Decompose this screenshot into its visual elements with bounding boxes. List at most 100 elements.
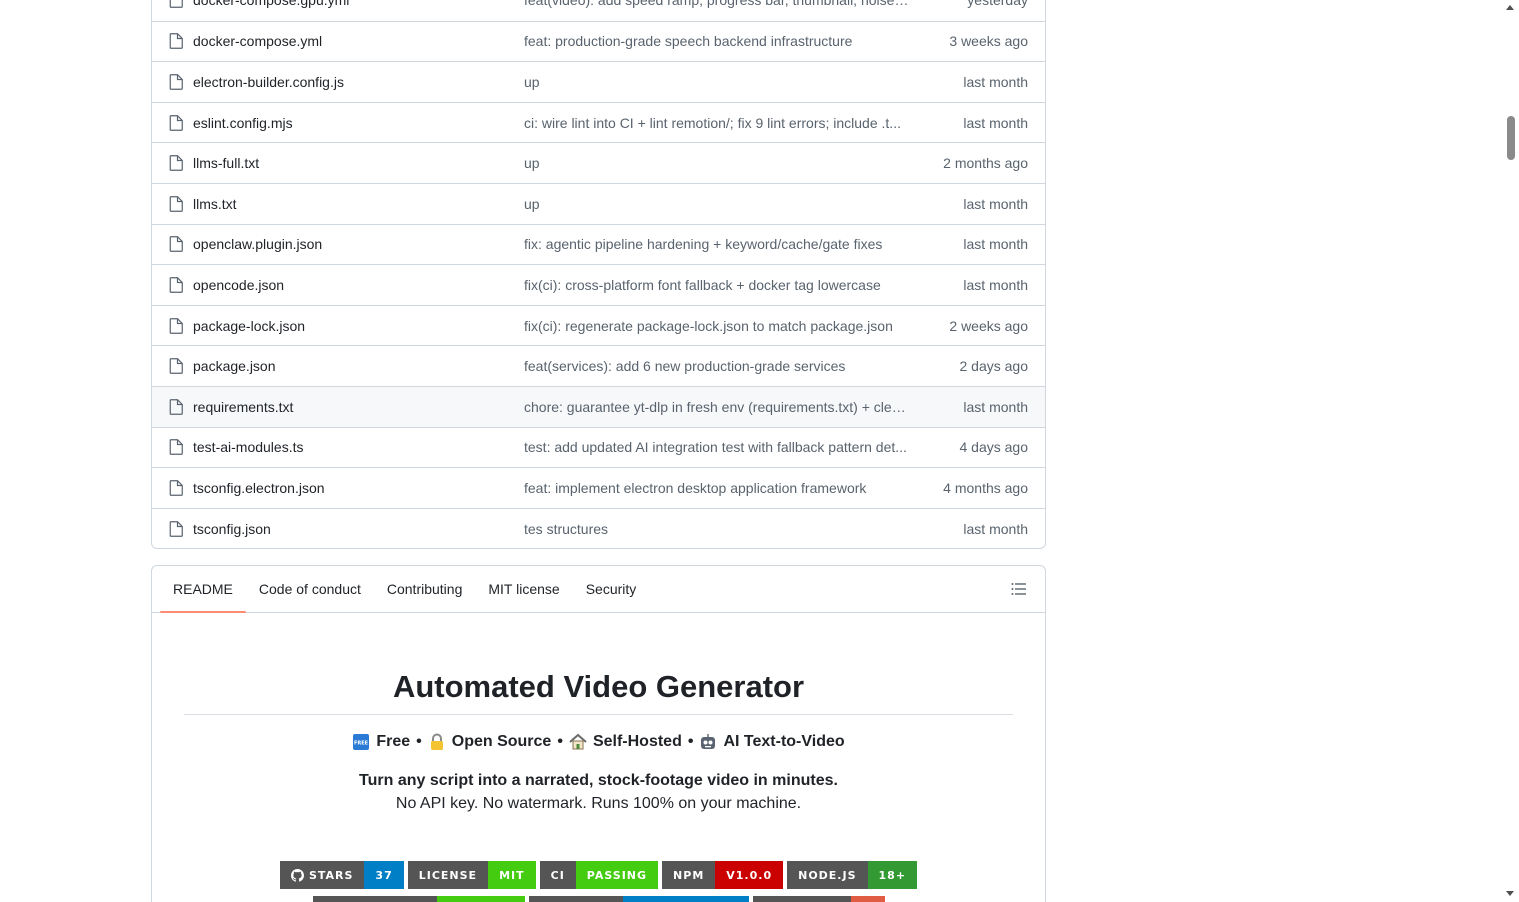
badge-label-text: LICENSE bbox=[418, 868, 478, 882]
badge-label: LICENSE bbox=[407, 861, 489, 889]
file-row[interactable]: docker-compose.yml feat: production-grade… bbox=[152, 20, 1045, 62]
file-icon bbox=[169, 358, 183, 374]
commit-date: last month bbox=[963, 73, 1028, 90]
file-row[interactable]: tsconfig.electron.json feat: implement el… bbox=[152, 467, 1045, 508]
commit-message-link[interactable]: up bbox=[524, 155, 910, 171]
readme-subline: No API key. No watermark. Runs 100% on y… bbox=[395, 795, 802, 812]
badge-node-js[interactable]: NODE.JS 18+ bbox=[787, 861, 918, 889]
tab-code-of-conduct[interactable]: Code of conduct bbox=[246, 566, 374, 612]
commit-date: 2 weeks ago bbox=[949, 317, 1028, 334]
file-row[interactable]: docker-compose.gpu.yml feat(video): add s… bbox=[152, 0, 1045, 21]
commit-message-link[interactable]: feat(video): add speed ramp, progress ba… bbox=[524, 0, 910, 8]
badge-ci[interactable]: CI PASSING bbox=[539, 861, 659, 889]
file-name-link[interactable]: llms.txt bbox=[193, 196, 524, 212]
file-name-link[interactable]: package-lock.json bbox=[193, 318, 524, 334]
commit-date: last month bbox=[963, 195, 1028, 212]
feature-list: FREE Free • Open Source • Self-Hosted • … bbox=[152, 733, 1045, 751]
commit-date: last month bbox=[963, 236, 1028, 253]
commit-message-link[interactable]: feat(services): add 6 new production-gra… bbox=[524, 358, 910, 374]
file-icon bbox=[169, 155, 183, 172]
feature-ai-text-to-video: AI Text-to-Video bbox=[699, 733, 845, 751]
badge-label-text: CI bbox=[550, 868, 565, 882]
commit-message-link[interactable]: fix: agentic pipeline hardening + keywor… bbox=[524, 236, 910, 252]
file-row[interactable]: package-lock.json fix(ci): regenerate pac… bbox=[152, 304, 1045, 346]
file-icon bbox=[169, 398, 183, 415]
file-icon bbox=[169, 195, 183, 212]
file-name-link[interactable]: tsconfig.json bbox=[193, 521, 524, 537]
scroll-up-arrow-icon[interactable] bbox=[1506, 5, 1514, 10]
file-name-link[interactable]: requirements.txt bbox=[193, 399, 524, 415]
badge[interactable] bbox=[312, 896, 525, 902]
scroll-down-arrow-icon[interactable] bbox=[1506, 891, 1514, 896]
outline-list-icon[interactable] bbox=[1009, 580, 1029, 598]
file-name-link[interactable]: opencode.json bbox=[193, 277, 524, 293]
commit-date: 2 months ago bbox=[943, 155, 1028, 172]
file-name-link[interactable]: package.json bbox=[193, 358, 524, 374]
page: docker-compose.gpu.yml feat(video): add s… bbox=[0, 0, 1519, 902]
commit-message-link[interactable]: fix(ci): cross-platform font fallback + … bbox=[524, 277, 910, 293]
badge[interactable] bbox=[752, 896, 885, 902]
commit-message-link[interactable]: fix(ci): regenerate package-lock.json to… bbox=[524, 318, 910, 334]
file-icon bbox=[169, 317, 183, 334]
file-row[interactable]: llms-full.txt up 2 months ago bbox=[152, 142, 1045, 183]
commit-message-link[interactable]: feat: implement electron desktop applica… bbox=[524, 480, 910, 496]
file-row[interactable]: eslint.config.mjs ci: wire lint into CI +… bbox=[152, 101, 1045, 143]
file-icon bbox=[169, 236, 183, 253]
badge-label-text: NPM bbox=[673, 868, 705, 882]
separator: • bbox=[557, 733, 563, 750]
badge-label: CI bbox=[539, 861, 576, 889]
page-scrollbar[interactable] bbox=[1502, 0, 1519, 902]
badge-row: STARS 37 LICENSE MIT CI PASSING NPM V1.0.0 NODE.… bbox=[152, 861, 1045, 889]
tab-readme[interactable]: README bbox=[160, 566, 246, 613]
commit-message-link[interactable]: up bbox=[524, 196, 910, 212]
file-row[interactable]: openclaw.plugin.json fix: agentic pipelin… bbox=[152, 223, 1045, 265]
file-icon bbox=[169, 277, 183, 293]
house-icon bbox=[569, 733, 587, 750]
file-icon bbox=[169, 520, 183, 537]
file-row[interactable]: requirements.txt chore: guarantee yt-dlp … bbox=[152, 385, 1045, 427]
file-name-link[interactable]: electron-builder.config.js bbox=[193, 74, 524, 90]
commit-date: last month bbox=[963, 398, 1028, 415]
commit-date: last month bbox=[963, 520, 1028, 537]
commit-date: 4 months ago bbox=[943, 479, 1028, 496]
file-row[interactable]: llms.txt up last month bbox=[152, 182, 1045, 224]
file-row[interactable]: tsconfig.json tes structures last month bbox=[152, 507, 1045, 549]
commit-message-link[interactable]: tes structures bbox=[524, 521, 910, 537]
commit-message-link[interactable]: test: add updated AI integration test wi… bbox=[524, 439, 910, 455]
readme-tabs: README Code of conduct Contributing MIT lic… bbox=[152, 566, 1045, 613]
tab-mit-license[interactable]: MIT license bbox=[475, 566, 572, 612]
feature-label: Open Source bbox=[451, 733, 552, 750]
file-name-link[interactable]: openclaw.plugin.json bbox=[193, 236, 524, 252]
badge-stars[interactable]: STARS 37 bbox=[279, 861, 404, 889]
readme-panel: README Code of conduct Contributing MIT lic… bbox=[151, 565, 1046, 902]
file-name-link[interactable]: test-ai-modules.ts bbox=[193, 439, 524, 455]
file-row[interactable]: package.json feat(services): add 6 new pr… bbox=[152, 345, 1045, 386]
commit-date: 2 days ago bbox=[959, 358, 1029, 375]
badge-label: STARS bbox=[279, 861, 365, 889]
commit-message-link[interactable]: chore: guarantee yt-dlp in fresh env (re… bbox=[524, 399, 910, 415]
commit-message-link[interactable]: up bbox=[524, 74, 910, 90]
feature-label: Self-Hosted bbox=[592, 733, 682, 750]
tab-contributing[interactable]: Contributing bbox=[374, 566, 476, 612]
scroll-thumb[interactable] bbox=[1507, 116, 1515, 160]
badge-npm[interactable]: NPM V1.0.0 bbox=[662, 861, 784, 889]
file-row[interactable]: electron-builder.config.js up last month bbox=[152, 61, 1045, 102]
commit-message-link[interactable]: ci: wire lint into CI + lint remotion/; … bbox=[524, 115, 910, 131]
file-name-link[interactable]: docker-compose.gpu.yml bbox=[193, 0, 524, 8]
badge-license[interactable]: LICENSE MIT bbox=[407, 861, 536, 889]
file-name-link[interactable]: docker-compose.yml bbox=[193, 33, 524, 49]
file-name-link[interactable]: tsconfig.electron.json bbox=[193, 480, 524, 496]
commit-message-link[interactable]: feat: production-grade speech backend in… bbox=[524, 33, 910, 49]
commit-date: last month bbox=[963, 114, 1028, 131]
separator: • bbox=[687, 733, 694, 750]
file-row[interactable]: test-ai-modules.ts test: add updated AI i… bbox=[152, 426, 1045, 468]
badge-label-text: STARS bbox=[308, 868, 354, 882]
tab-security[interactable]: Security bbox=[573, 566, 650, 612]
badge-value: PASSING bbox=[575, 861, 659, 889]
readme-tagline: Turn any script into a narrated, stock-f… bbox=[359, 772, 838, 789]
file-row[interactable]: opencode.json fix(ci): cross-platform fon… bbox=[152, 264, 1045, 305]
badge[interactable] bbox=[528, 896, 749, 902]
lock-icon bbox=[430, 733, 443, 750]
file-name-link[interactable]: eslint.config.mjs bbox=[193, 115, 524, 131]
file-name-link[interactable]: llms-full.txt bbox=[193, 155, 524, 171]
